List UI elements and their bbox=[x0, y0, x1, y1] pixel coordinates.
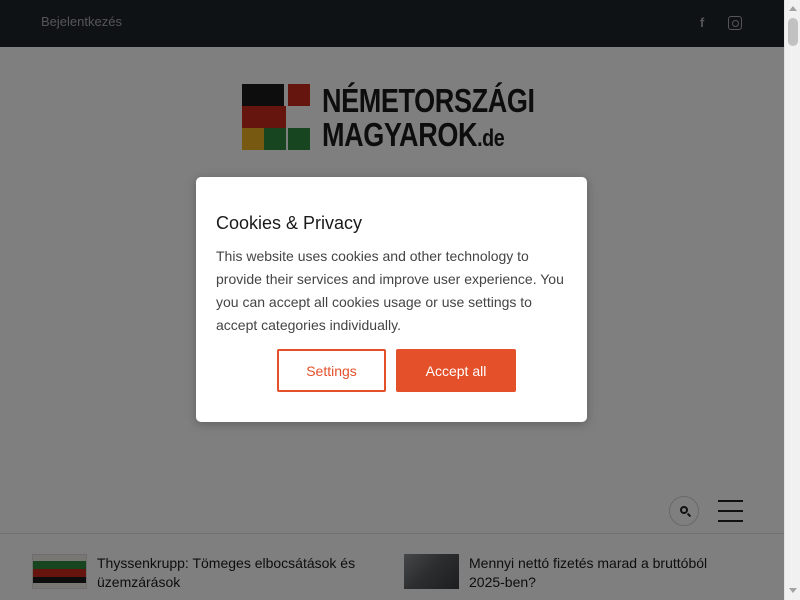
scroll-down-icon[interactable] bbox=[789, 588, 797, 593]
scroll-up-icon[interactable] bbox=[789, 6, 797, 11]
settings-button[interactable]: Settings bbox=[277, 349, 386, 392]
scrollbar-thumb[interactable] bbox=[788, 18, 798, 46]
page-scrollbar[interactable] bbox=[784, 0, 800, 600]
dialog-body: This website uses cookies and other tech… bbox=[216, 248, 564, 333]
cookie-dialog: Cookies & Privacy This website uses cook… bbox=[196, 177, 587, 422]
dialog-title: Cookies & Privacy bbox=[216, 213, 363, 233]
accept-all-button[interactable]: Accept all bbox=[396, 349, 516, 392]
